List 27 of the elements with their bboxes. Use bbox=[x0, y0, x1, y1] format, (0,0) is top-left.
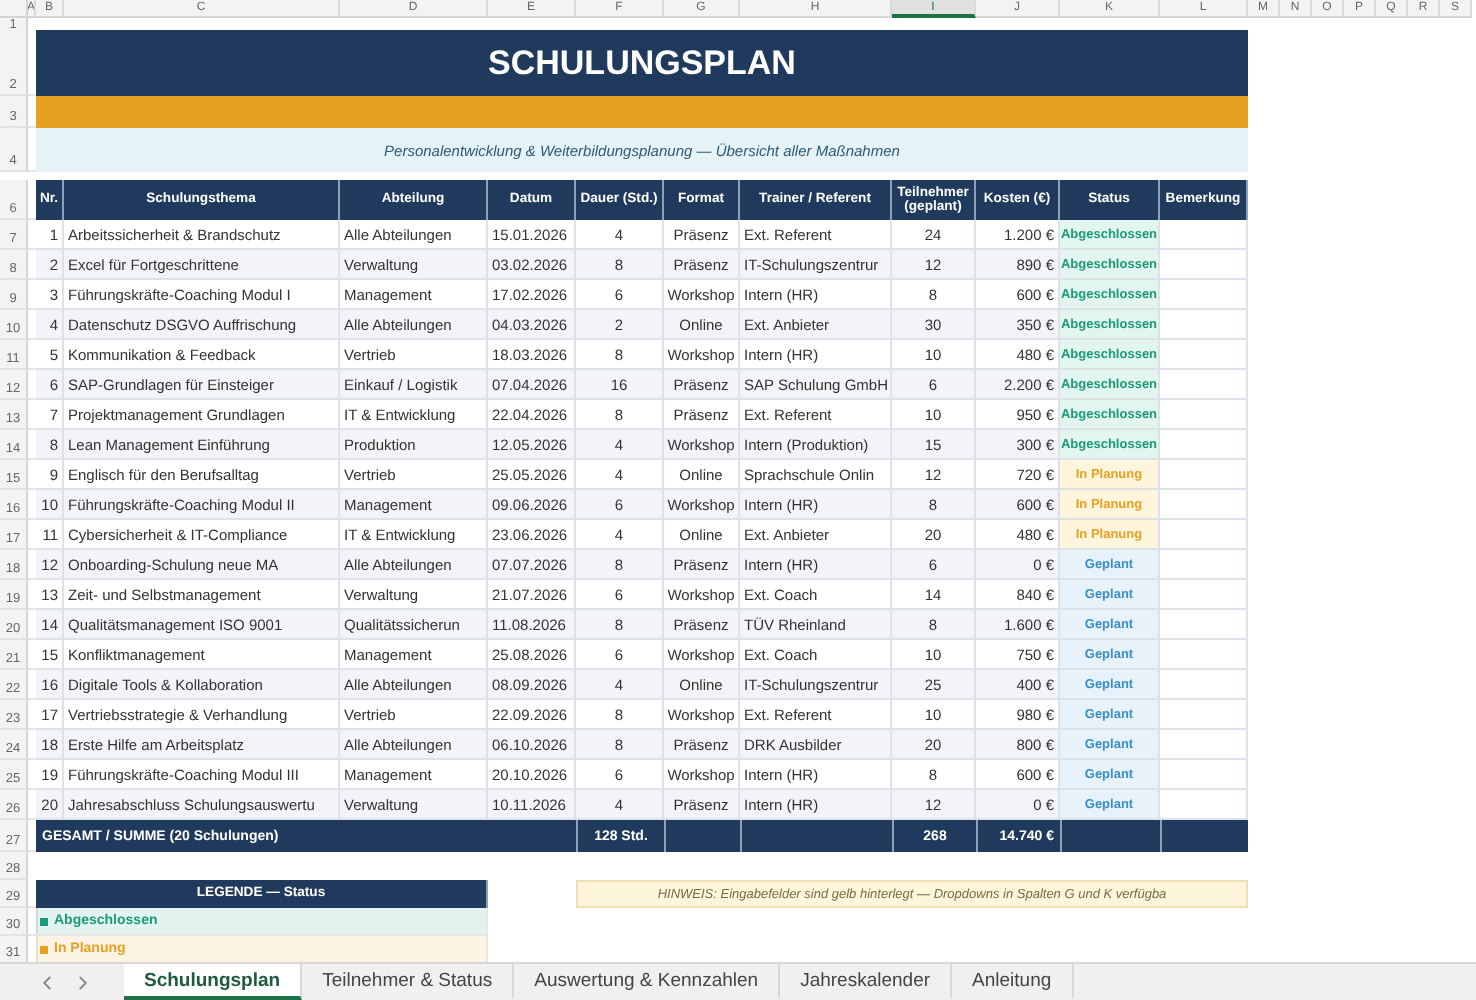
table-cell bbox=[1160, 340, 1248, 370]
sheet-tab[interactable]: Auswertung & Kennzahlen bbox=[514, 964, 781, 1000]
table-cell bbox=[1160, 220, 1248, 250]
table-cell bbox=[1160, 460, 1248, 490]
table-cell bbox=[1160, 490, 1248, 520]
sheet-title: SCHULUNGSPLAN bbox=[36, 30, 1248, 96]
table-cell bbox=[1160, 430, 1248, 460]
table-cell bbox=[1160, 580, 1248, 610]
table-cell bbox=[1160, 280, 1248, 310]
table-cell bbox=[1160, 790, 1248, 820]
table-cell bbox=[1160, 400, 1248, 430]
table-cell bbox=[1160, 610, 1248, 640]
table-cell bbox=[1160, 550, 1248, 580]
table-cell bbox=[1160, 730, 1248, 760]
table-cell bbox=[1160, 700, 1248, 730]
sheet-tab[interactable]: Anleitung bbox=[952, 964, 1074, 1000]
table-cell bbox=[1160, 640, 1248, 670]
select-all-corner[interactable] bbox=[0, 0, 28, 18]
table-cell bbox=[1160, 310, 1248, 340]
sheet-tab[interactable]: Schulungsplan bbox=[124, 964, 303, 1000]
table-cell bbox=[1160, 250, 1248, 280]
table-cell bbox=[1160, 760, 1248, 790]
table-cell bbox=[1160, 670, 1248, 700]
sheet-tab[interactable]: Teilnehmer & Status bbox=[302, 964, 515, 1000]
sheet-tab[interactable]: Jahreskalender bbox=[780, 964, 953, 1000]
table-cell bbox=[1160, 370, 1248, 400]
table-cell bbox=[1160, 520, 1248, 550]
